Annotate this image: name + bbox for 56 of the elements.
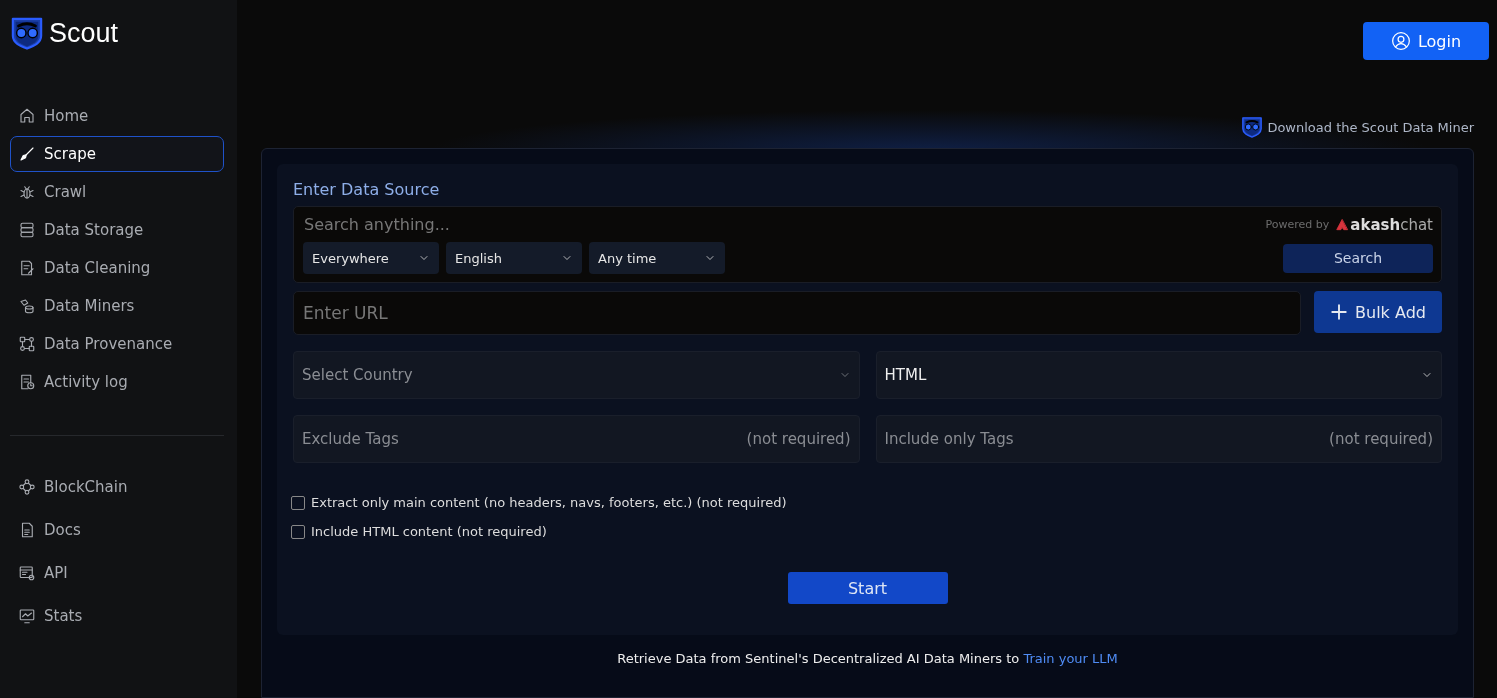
checkbox-label: Include HTML content (not required) <box>311 524 547 539</box>
country-dropdown[interactable]: Select Country <box>293 351 860 399</box>
checkbox-label: Extract only main content (no headers, navs, footers, etc.) (not required) <box>311 495 787 510</box>
sidebar-item[interactable]: Data Provenance <box>10 326 224 362</box>
checkbox[interactable] <box>291 495 305 510</box>
chart-monitor-icon <box>18 607 36 625</box>
field-placeholder: Exclude Tags <box>302 430 399 448</box>
format-dropdown[interactable]: HTML <box>875 351 1442 399</box>
sidebar-item[interactable]: Home <box>10 98 224 134</box>
sidebar-item[interactable]: Scrape <box>10 136 224 172</box>
shield-logo-icon <box>10 16 44 50</box>
section-title: Enter Data Source <box>293 180 441 199</box>
sidebar-item[interactable]: Stats <box>10 598 224 634</box>
sidebar-item[interactable]: Data Cleaning <box>10 250 224 286</box>
field-placeholder: Include only Tags <box>884 430 1014 448</box>
filter-dropdown[interactable]: Everywhere <box>303 242 439 274</box>
sidebar-item[interactable]: BlockChain <box>10 469 224 505</box>
search-field[interactable]: Search anything... <box>303 215 1266 234</box>
login-button[interactable]: Login <box>1363 22 1489 60</box>
filter-dropdown[interactable]: Any time <box>589 242 725 274</box>
bug-icon <box>18 183 36 201</box>
download-link[interactable]: Download the Scout Data Miner <box>1267 119 1474 135</box>
powered-by-label: Powered by <box>1265 218 1330 231</box>
flow-chart-icon <box>18 335 36 353</box>
log-icon <box>18 373 36 391</box>
miner-icon <box>18 297 36 315</box>
database-icon <box>18 221 36 239</box>
user-circle-icon <box>1390 31 1411 51</box>
search-button[interactable]: Search <box>1283 243 1433 273</box>
sidebar-item[interactable]: Data Storage <box>10 212 224 248</box>
triangle-logo-icon <box>1335 217 1350 232</box>
sidebar-item[interactable]: Data Miners <box>10 288 224 324</box>
exclude-tags-field[interactable]: Exclude Tags (not required) <box>293 415 860 463</box>
plus-icon <box>1330 303 1349 321</box>
sidebar-item[interactable]: Activity log <box>10 364 224 400</box>
brush-icon <box>18 145 36 163</box>
document-edit-icon <box>18 259 36 277</box>
bulk-add-button[interactable]: Bulk Add <box>1314 291 1442 333</box>
sidebar-item[interactable]: Docs <box>10 512 224 548</box>
field-hint: (not required) <box>746 430 851 448</box>
network-icon <box>18 478 36 496</box>
home-icon <box>18 107 36 125</box>
shield-logo-icon <box>1241 116 1264 138</box>
field-hint: (not required) <box>1329 430 1433 448</box>
checkbox[interactable] <box>291 524 305 539</box>
sidebar-item[interactable]: API <box>10 555 224 591</box>
start-button[interactable]: Start <box>787 572 948 604</box>
footer-text: Retrieve Data from Sentinel's Decentralized AI Data Miners to Train your LLM <box>616 651 1119 666</box>
include-tags-field[interactable]: Include only Tags (not required) <box>875 415 1442 463</box>
sidebar-item[interactable]: Crawl <box>10 174 224 210</box>
train-llm-link[interactable]: Train your LLM <box>1023 651 1118 666</box>
url-field[interactable]: Enter URL <box>293 291 1301 335</box>
filter-dropdown[interactable]: English <box>446 242 582 274</box>
provider-logo-text: akashchat <box>1350 215 1433 234</box>
api-window-icon <box>18 564 36 582</box>
brand-name: Scout <box>49 17 119 49</box>
